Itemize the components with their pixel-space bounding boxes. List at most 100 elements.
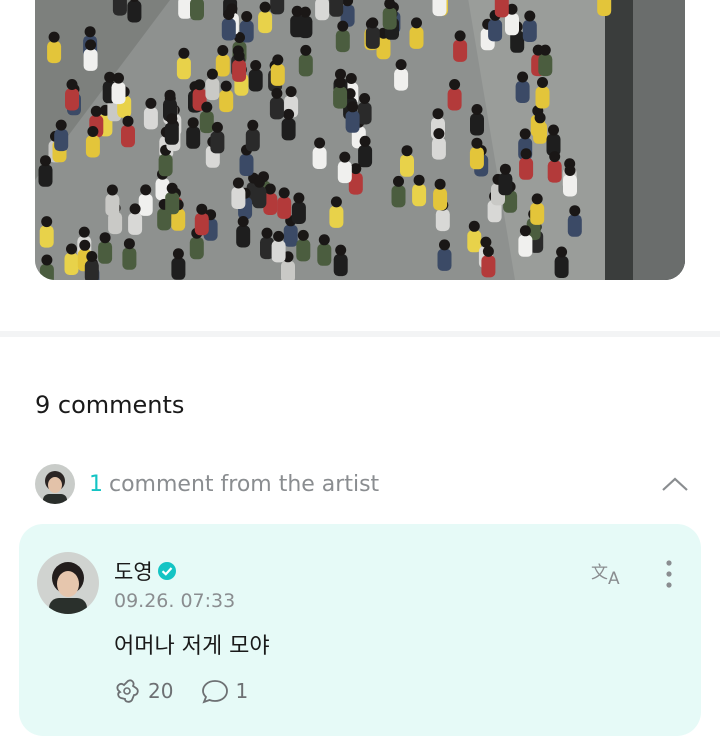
- photo-person: [435, 209, 450, 232]
- photo-person: [522, 20, 537, 42]
- photo-person-head: [85, 39, 97, 51]
- photo-person: [505, 13, 519, 36]
- photo-person: [158, 154, 173, 177]
- photo-person-head: [48, 31, 60, 43]
- photo-person-head: [261, 227, 273, 239]
- photo-person: [365, 26, 380, 49]
- photo-person: [488, 19, 503, 42]
- photo-person: [258, 11, 273, 34]
- post-photo[interactable]: [35, 0, 685, 280]
- photo-person: [530, 202, 545, 225]
- photo-person-head: [401, 145, 413, 157]
- photo-person-head: [339, 151, 351, 163]
- photo-person-head: [293, 192, 305, 204]
- photo-person-head: [172, 248, 184, 260]
- photo-person: [433, 188, 448, 211]
- photo-person-head: [41, 216, 53, 228]
- photo-person-head: [519, 128, 531, 140]
- photo-person: [219, 90, 234, 113]
- photo-person-head: [318, 234, 330, 246]
- photo-person-head: [166, 182, 178, 194]
- photo-person-head: [531, 193, 543, 205]
- photo-person: [412, 184, 427, 207]
- photo-person-head: [178, 47, 190, 59]
- photo-person: [171, 257, 186, 280]
- photo-person-head: [129, 203, 141, 215]
- photo-person-head: [241, 11, 253, 22]
- comment-author[interactable]: 도영: [114, 556, 177, 586]
- photo-person: [186, 126, 201, 149]
- artist-comments-count: 1: [89, 471, 103, 497]
- photo-person-head: [259, 1, 271, 13]
- photo-person-head: [330, 196, 342, 208]
- reaction-button[interactable]: 20: [114, 678, 173, 704]
- photo-person: [281, 118, 296, 141]
- photo-person-head: [569, 205, 581, 217]
- photo-person-head: [106, 184, 118, 196]
- photo-person: [85, 135, 100, 158]
- photo-person-head: [564, 165, 576, 176]
- photo-person-head: [454, 30, 466, 42]
- photo-person: [358, 145, 373, 168]
- photo-person: [394, 68, 409, 91]
- photo-person-head: [113, 72, 124, 84]
- photo-person: [245, 129, 260, 152]
- avatar[interactable]: [37, 552, 99, 614]
- photo-person-head: [432, 108, 444, 120]
- artist-comments-toggle[interactable]: 1 comment from the artist: [35, 464, 690, 504]
- photo-person: [83, 48, 98, 71]
- photo-person: [315, 0, 330, 21]
- photo-person-head: [433, 128, 445, 140]
- photo-person-head: [250, 60, 262, 71]
- photo-person: [281, 260, 295, 280]
- photo-person-head: [314, 137, 326, 149]
- photo-person-head: [196, 203, 208, 215]
- photo-person-head: [285, 86, 297, 98]
- photo-person-head: [439, 239, 450, 251]
- photo-person-head: [337, 20, 349, 32]
- photo-person: [270, 0, 285, 15]
- more-vertical-icon[interactable]: [659, 558, 679, 592]
- photo-person: [239, 154, 254, 176]
- photo-person: [453, 39, 468, 62]
- photo-person: [481, 255, 496, 278]
- photo-person: [391, 185, 406, 208]
- photo-person: [112, 0, 127, 16]
- comment-text: 어머나 저게 모야: [114, 634, 270, 659]
- photo-person: [232, 59, 247, 82]
- translate-icon[interactable]: 文 A: [591, 558, 627, 589]
- photo-person: [329, 205, 344, 228]
- photo-person: [337, 161, 352, 184]
- photo-person: [39, 225, 54, 248]
- svg-text:A: A: [608, 569, 620, 588]
- photo-person-head: [359, 135, 371, 147]
- photo-person: [252, 186, 267, 209]
- photo-person: [317, 243, 332, 266]
- photo-person-head: [556, 246, 568, 258]
- photo-person: [357, 102, 372, 125]
- photo-person-head: [84, 26, 96, 38]
- author-name: 도영: [114, 560, 153, 584]
- photo-person: [138, 193, 153, 216]
- chevron-up-icon[interactable]: [660, 469, 690, 499]
- photo-person-head: [237, 216, 249, 227]
- photo-person-head: [537, 77, 548, 88]
- reply-button[interactable]: 1: [201, 678, 248, 704]
- photo-person-head: [66, 79, 78, 90]
- photo-person: [333, 86, 348, 109]
- photo-person: [248, 69, 263, 92]
- photo-person: [39, 264, 54, 280]
- photo-person: [271, 240, 286, 263]
- photo-person-head: [273, 230, 285, 242]
- photo-person: [277, 196, 292, 219]
- photo-person-head: [220, 80, 232, 92]
- photo-person-head: [264, 183, 276, 195]
- photo-person-head: [300, 44, 312, 56]
- verified-check-icon: [157, 562, 176, 580]
- photo-person-head: [347, 101, 359, 113]
- reaction-icon: [116, 679, 139, 703]
- photo-person-head: [99, 232, 111, 244]
- photo-person-head: [283, 108, 295, 120]
- photo-person-head: [86, 251, 98, 262]
- photo-person-head: [471, 137, 483, 149]
